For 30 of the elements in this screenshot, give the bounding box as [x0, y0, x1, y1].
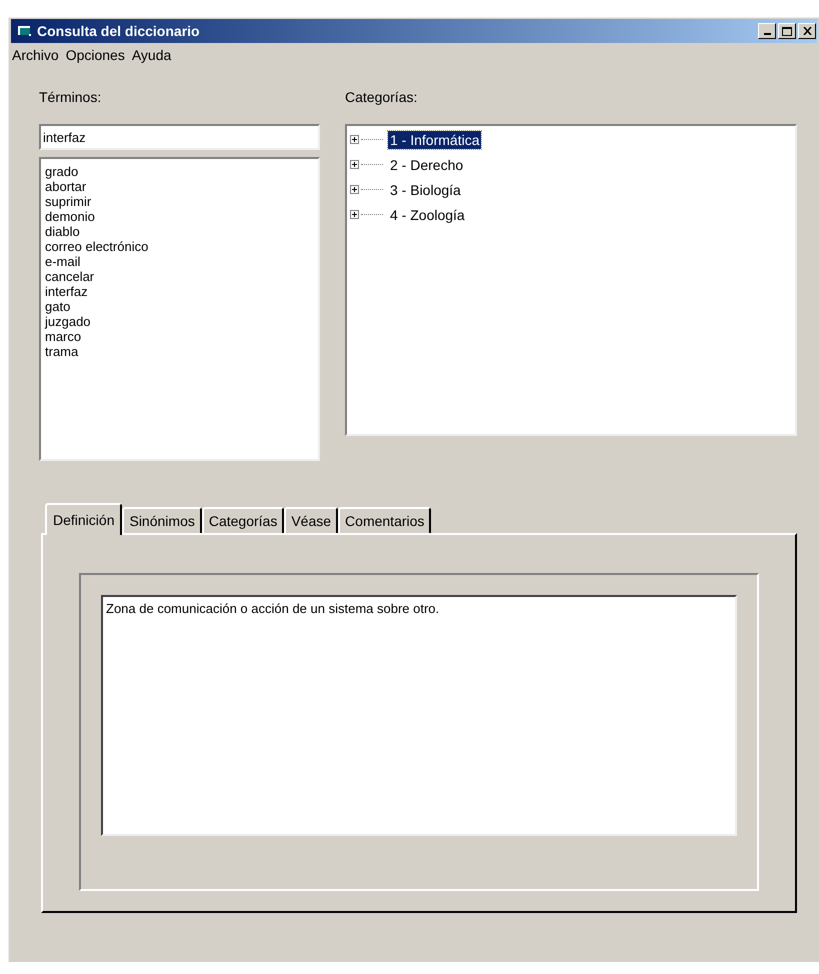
search-field[interactable]: interfaz [39, 124, 320, 150]
menu-item[interactable]: Opciones [64, 44, 127, 66]
tab[interactable]: Véase [284, 507, 338, 533]
category-item[interactable]: 2 - Derecho [388, 156, 466, 174]
term-item[interactable]: interfaz [45, 284, 88, 299]
category-item[interactable]: 1 - Informática [388, 130, 482, 148]
menu-item[interactable]: Archivo [10, 44, 61, 66]
term-item[interactable]: trama [45, 344, 78, 359]
tab[interactable]: Sinónimos [122, 507, 202, 533]
definition-text-area: Zona de comunicación o acción de un sistema sobre otro. [101, 595, 737, 836]
term-item[interactable]: abortar [45, 179, 86, 194]
terms-label: Términos: [39, 88, 102, 107]
term-item[interactable]: diablo [45, 224, 80, 239]
tab[interactable]: Categorías [202, 507, 284, 533]
tab[interactable]: Definición [45, 503, 122, 535]
term-item[interactable]: correo electrónico [45, 239, 148, 254]
category-item[interactable]: 4 - Zoología [388, 206, 467, 224]
term-item[interactable]: juzgado [45, 314, 91, 329]
term-item[interactable]: cancelar [45, 269, 94, 284]
term-item[interactable]: e-mail [45, 254, 80, 269]
term-item[interactable]: grado [45, 164, 78, 179]
term-item[interactable]: suprimir [45, 194, 92, 209]
term-item[interactable]: demonio [45, 209, 95, 224]
term-item[interactable]: marco [45, 329, 82, 344]
window-title: Consulta del diccionario [37, 22, 200, 40]
menu-item[interactable]: Ayuda [130, 44, 174, 66]
category-item[interactable]: 3 - Biología [388, 180, 463, 198]
tab[interactable]: Comentarios [338, 507, 432, 533]
term-item[interactable]: gato [45, 299, 70, 314]
categories-label: Categorías: [345, 88, 418, 107]
